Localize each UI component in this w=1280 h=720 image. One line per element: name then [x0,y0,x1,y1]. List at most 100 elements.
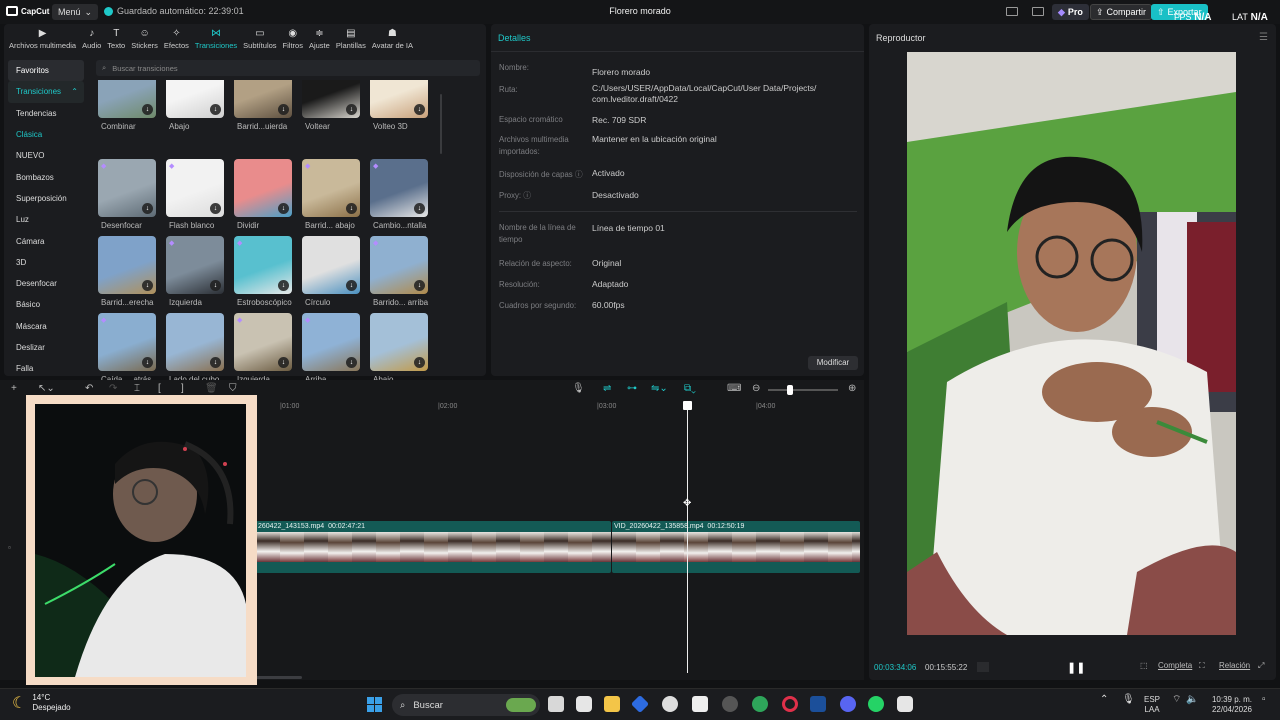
download-icon[interactable]: ↓ [210,357,221,368]
playhead-handle[interactable] [683,401,692,410]
capcut-taskbar-icon[interactable] [897,696,913,712]
whatsapp-icon[interactable] [868,696,884,712]
notification-icon[interactable]: ▫ [1262,695,1266,705]
capcut-taskbar-icon[interactable] [576,696,592,712]
task-view-icon[interactable] [548,696,564,712]
wifi-icon[interactable]: ⌔ [1172,695,1181,705]
discord-icon[interactable] [840,696,856,712]
transition-thumbnail[interactable]: ◆↓ [166,236,224,294]
app-icon[interactable] [630,694,650,714]
taskbar-search[interactable]: ⌕ Buscar [392,694,540,716]
chevron-up-icon[interactable]: ⌃ [1100,695,1108,705]
volume-icon[interactable]: 🔈 [1186,695,1198,705]
playhead[interactable] [687,401,688,673]
download-icon[interactable]: ↓ [414,280,425,291]
transition-thumbnail[interactable]: ◆↓ [98,313,156,371]
transition-thumbnail[interactable]: ◆↓ [370,159,428,217]
menu-icon[interactable]: ☰ [1259,32,1268,43]
pause-icon[interactable]: ❚❚ [1067,661,1085,674]
select-tool-icon[interactable]: ↖⌄ [38,383,55,394]
video-preview[interactable] [907,52,1236,635]
fit-icon[interactable]: ⛶ [1199,661,1205,671]
download-icon[interactable]: ↓ [414,104,425,115]
download-icon[interactable]: ↓ [142,104,153,115]
transition-thumbnail[interactable]: ↓ [302,236,360,294]
category-item[interactable]: Luz [8,209,84,230]
download-icon[interactable]: ↓ [142,203,153,214]
download-icon[interactable]: ↓ [278,280,289,291]
app-icon[interactable] [692,696,708,712]
tab-filtros[interactable]: ◉ Filtros [280,24,306,51]
download-icon[interactable]: ↓ [278,357,289,368]
zoom-slider[interactable] [768,389,838,391]
tab-ajuste[interactable]: ≑ Ajuste [306,24,333,51]
aspect-ratio-button[interactable]: Relación [1219,661,1250,670]
transition-thumbnail[interactable]: ◆↓ [302,159,360,217]
layout-icon[interactable] [1006,7,1018,16]
tab-transiciones[interactable]: ⋈ Transiciones [192,24,240,51]
transition-thumbnail[interactable]: ◆↓ [98,80,156,118]
obs-icon[interactable] [722,696,738,712]
crop-icon[interactable]: ⬚ [1140,661,1148,670]
transition-thumbnail[interactable]: ◆↓ [234,80,292,118]
transition-thumbnail[interactable]: ↓ [166,313,224,371]
download-icon[interactable]: ↓ [278,104,289,115]
timecode-icon[interactable] [977,662,989,672]
pro-badge[interactable]: ◆ Pro [1052,4,1089,20]
transition-thumbnail[interactable]: ◆↓ [234,313,292,371]
delete-icon[interactable]: 🗑 [205,383,218,394]
transition-thumbnail[interactable]: ◆↓ [166,159,224,217]
timeline-scrollbar[interactable] [256,676,302,679]
category-item[interactable]: Favoritos [8,60,84,82]
chrome-icon[interactable] [662,696,678,712]
category-item[interactable]: Falla [8,358,84,379]
video-clip[interactable]: 260422_143153.mp4 00:02:47:21 [256,521,611,573]
opera-icon[interactable] [782,696,798,712]
modify-button[interactable]: Modificar [808,356,858,370]
transition-thumbnail[interactable]: ↓ [234,159,292,217]
app-icon[interactable] [752,696,768,712]
download-icon[interactable]: ↓ [210,280,221,291]
video-clip[interactable]: VID_20260422_135858.mp4 00:12:50:19 [612,521,860,573]
transition-thumbnail[interactable]: ◆↓ [234,236,292,294]
download-icon[interactable]: ↓ [346,104,357,115]
category-item[interactable]: Superposición [8,188,84,209]
windows-start-icon[interactable] [367,697,382,712]
download-icon[interactable]: ↓ [278,203,289,214]
timeline-ruler[interactable]: |01:00 |02:00 |03:00 |04:00 [256,400,864,412]
download-icon[interactable]: ↓ [414,203,425,214]
link-icon[interactable]: ⊶ [627,383,637,394]
category-item[interactable]: Deslizar [8,337,84,358]
trim-left-icon[interactable]: [ [158,383,161,394]
menu-button[interactable]: Menú ⌄ [52,4,99,20]
tab-subtítulos[interactable]: ▭ Subtítulos [240,24,279,51]
transition-thumbnail[interactable]: ↓ [370,80,428,118]
tab-archivos-multimedia[interactable]: ▶ Archivos multimedia [6,24,79,51]
tab-plantillas[interactable]: ▤ Plantillas [333,24,369,51]
language-indicator[interactable]: ESP LAA [1144,695,1160,715]
file-explorer-icon[interactable] [604,696,620,712]
microphone-icon[interactable]: 🎙 [572,383,585,394]
download-icon[interactable]: ↓ [346,280,357,291]
transition-thumbnail[interactable]: ↓ [98,236,156,294]
category-item[interactable]: NUEVO [8,145,84,166]
category-item[interactable]: Tendencias [8,103,84,124]
transition-thumbnail[interactable]: ◆↓ [370,236,428,294]
category-item[interactable]: Básico [8,294,84,315]
download-icon[interactable]: ↓ [414,357,425,368]
category-item[interactable]: Transiciones ⌃ [8,81,84,103]
zoom-out-icon[interactable]: ⊖ [752,383,760,394]
transition-thumbnail[interactable]: ◆↓ [98,159,156,217]
transition-thumbnail[interactable]: ◆↓ [302,80,360,118]
download-icon[interactable]: ↓ [210,203,221,214]
category-item[interactable]: Cámara [8,230,84,251]
transition-thumbnail[interactable]: ↓ [166,80,224,118]
tab-audio[interactable]: ♪ Audio [79,24,104,51]
transition-thumbnail[interactable]: ↓ [370,313,428,371]
magnet-icon[interactable]: ⇌ [603,383,611,394]
tab-stickers[interactable]: ☺ Stickers [128,24,161,51]
weather-widget[interactable]: ☾ 14°C Despejado [12,693,71,713]
shortcuts-icon[interactable] [1032,7,1044,16]
undo-icon[interactable]: ↶ [85,383,93,394]
category-item[interactable]: Bombazos [8,166,84,187]
